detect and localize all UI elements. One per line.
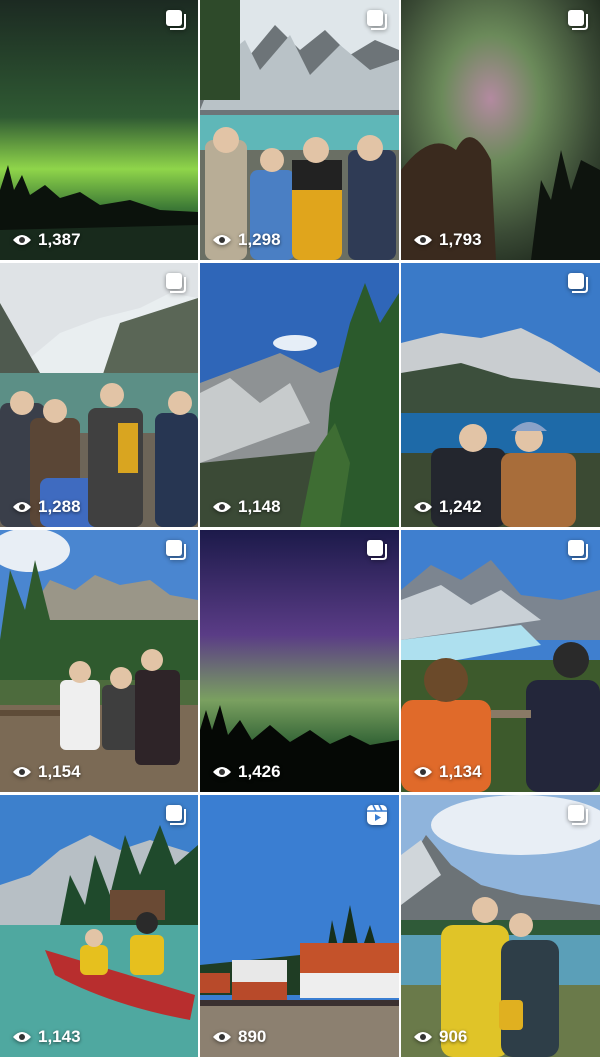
post-tile-canoe[interactable]: 1,143 [0, 795, 198, 1057]
view-count: 1,793 [413, 230, 482, 250]
carousel-icon [568, 10, 588, 30]
post-grid: 1,387 1,298 1,793 1,288 1,148 1,242 1,15… [0, 0, 600, 1058]
eye-icon [414, 1032, 432, 1042]
eye-icon [414, 767, 432, 777]
post-thumbnail [200, 795, 399, 1057]
eye-icon [213, 235, 231, 245]
view-count: 1,387 [12, 230, 81, 250]
view-count-value: 1,793 [439, 230, 482, 249]
post-thumbnail [401, 795, 600, 1057]
view-count-value: 1,242 [439, 497, 482, 516]
post-tile-group-deck[interactable]: 1,154 [0, 530, 198, 792]
view-count-value: 1,288 [38, 497, 81, 516]
view-count-value: 890 [238, 1027, 267, 1046]
reel-icon [367, 804, 387, 825]
eye-icon [213, 502, 231, 512]
view-count-value: 1,134 [439, 762, 482, 781]
carousel-icon [568, 805, 588, 825]
view-count: 1,154 [12, 762, 81, 782]
view-count-value: 1,143 [38, 1027, 81, 1046]
post-tile-group-lake-louise[interactable]: 1,288 [0, 263, 198, 527]
eye-icon [414, 235, 432, 245]
post-thumbnail [0, 795, 198, 1057]
carousel-icon [568, 540, 588, 560]
eye-icon [213, 767, 231, 777]
post-thumbnail [0, 0, 198, 260]
post-thumbnail [200, 530, 399, 792]
post-tile-aurora-2[interactable]: 1,793 [401, 0, 600, 260]
view-count: 1,143 [12, 1027, 81, 1047]
carousel-icon [367, 10, 387, 30]
carousel-icon [166, 10, 186, 30]
post-thumbnail [0, 530, 198, 792]
post-tile-couple-lake[interactable]: 1,242 [401, 263, 600, 527]
eye-icon [13, 502, 31, 512]
eye-icon [414, 502, 432, 512]
view-count-value: 1,148 [238, 497, 281, 516]
eye-icon [13, 235, 31, 245]
post-tile-couple-mountain[interactable]: 906 [401, 795, 600, 1057]
post-tile-viewpoint[interactable]: 1,134 [401, 530, 600, 792]
post-tile-group-lake[interactable]: 1,298 [200, 0, 399, 260]
carousel-icon [166, 540, 186, 560]
eye-icon [13, 1032, 31, 1042]
view-count: 1,242 [413, 497, 482, 517]
view-count-value: 1,426 [238, 762, 281, 781]
view-count: 1,426 [212, 762, 281, 782]
view-count: 890 [212, 1027, 266, 1047]
post-tile-aurora-3[interactable]: 1,426 [200, 530, 399, 792]
post-tile-mountain-tree[interactable]: 1,148 [200, 263, 399, 527]
view-count: 1,148 [212, 497, 281, 517]
post-thumbnail [401, 530, 600, 792]
carousel-icon [568, 273, 588, 293]
carousel-icon [367, 540, 387, 560]
post-thumbnail [200, 0, 399, 260]
view-count: 1,298 [212, 230, 281, 250]
carousel-icon [166, 805, 186, 825]
view-count: 1,134 [413, 762, 482, 782]
view-count-value: 1,154 [38, 762, 81, 781]
post-tile-train-reel[interactable]: 890 [200, 795, 399, 1057]
eye-icon [13, 767, 31, 777]
post-thumbnail [401, 263, 600, 527]
eye-icon [213, 1032, 231, 1042]
view-count-value: 1,387 [38, 230, 81, 249]
post-tile-aurora-1[interactable]: 1,387 [0, 0, 198, 260]
post-thumbnail [401, 0, 600, 260]
post-thumbnail [0, 263, 198, 527]
view-count-value: 1,298 [238, 230, 281, 249]
view-count: 1,288 [12, 497, 81, 517]
post-thumbnail [200, 263, 399, 527]
view-count-value: 906 [439, 1027, 468, 1046]
carousel-icon [166, 273, 186, 293]
view-count: 906 [413, 1027, 467, 1047]
